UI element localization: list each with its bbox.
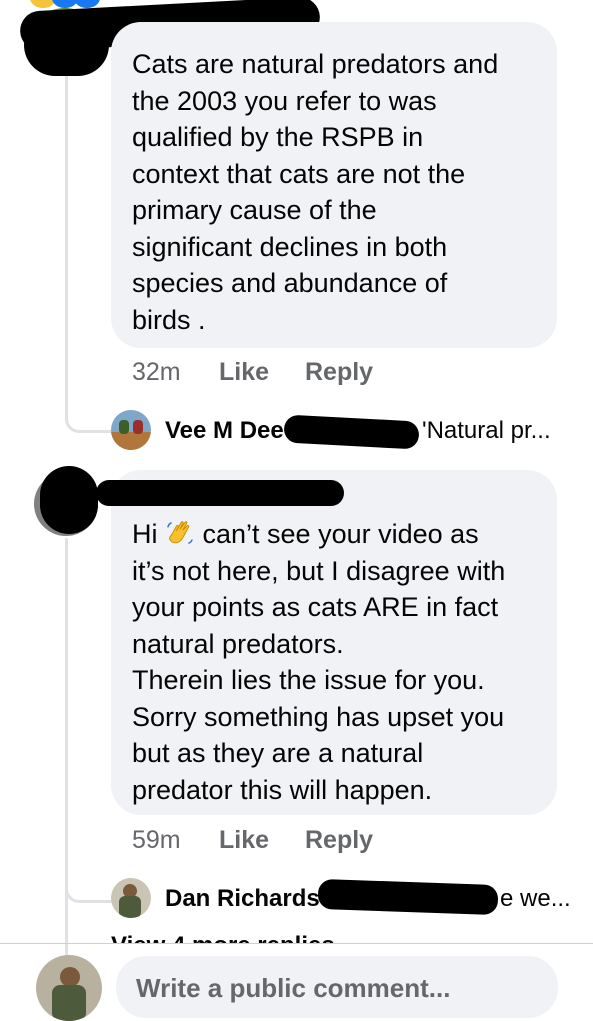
redacted-reply-text — [283, 414, 420, 450]
like-label: Like — [219, 826, 270, 854]
composer-placeholder: Write a public comment... — [136, 973, 451, 1003]
reply-label: Reply — [305, 358, 374, 386]
waving-hand-icon — [167, 521, 193, 544]
comment-timestamp: 59m — [132, 826, 181, 854]
reply-avatar[interactable] — [111, 410, 151, 450]
like-label: Like — [219, 358, 270, 386]
redacted-reply-text — [317, 878, 499, 916]
reply-label: Reply — [305, 826, 374, 854]
reply-preview-text[interactable]: e we... — [500, 885, 571, 913]
redacted-avatar — [40, 466, 98, 534]
reply-avatar[interactable] — [111, 878, 151, 918]
like-button[interactable]: Like — [219, 358, 269, 387]
reply-button[interactable]: Reply — [305, 358, 373, 387]
like-button[interactable]: Like — [219, 826, 269, 855]
thread-elbow — [65, 860, 112, 903]
reply-button[interactable]: Reply — [305, 826, 373, 855]
comment-timestamp: 32m — [132, 358, 181, 386]
thread-line — [65, 60, 68, 400]
view-more-replies[interactable]: View 4 more replies — [111, 932, 335, 943]
thread-elbow — [65, 390, 112, 433]
comment-text: Cats are natural predators and the 2003 … — [132, 49, 499, 335]
reply-author-name[interactable]: Vee M Dee — [165, 417, 284, 445]
reply-preview-text[interactable]: 'Natural pr... — [422, 417, 551, 445]
comment-text: Hi can’t see your video as it’s not here… — [132, 519, 506, 805]
reply-author-name[interactable]: Dan Richards — [165, 885, 320, 913]
redacted-name — [96, 480, 344, 506]
redacted-avatar — [24, 14, 109, 76]
view-more-clip: View 4 more replies — [0, 925, 593, 943]
composer-divider — [0, 943, 593, 944]
user-avatar[interactable] — [36, 955, 102, 1021]
